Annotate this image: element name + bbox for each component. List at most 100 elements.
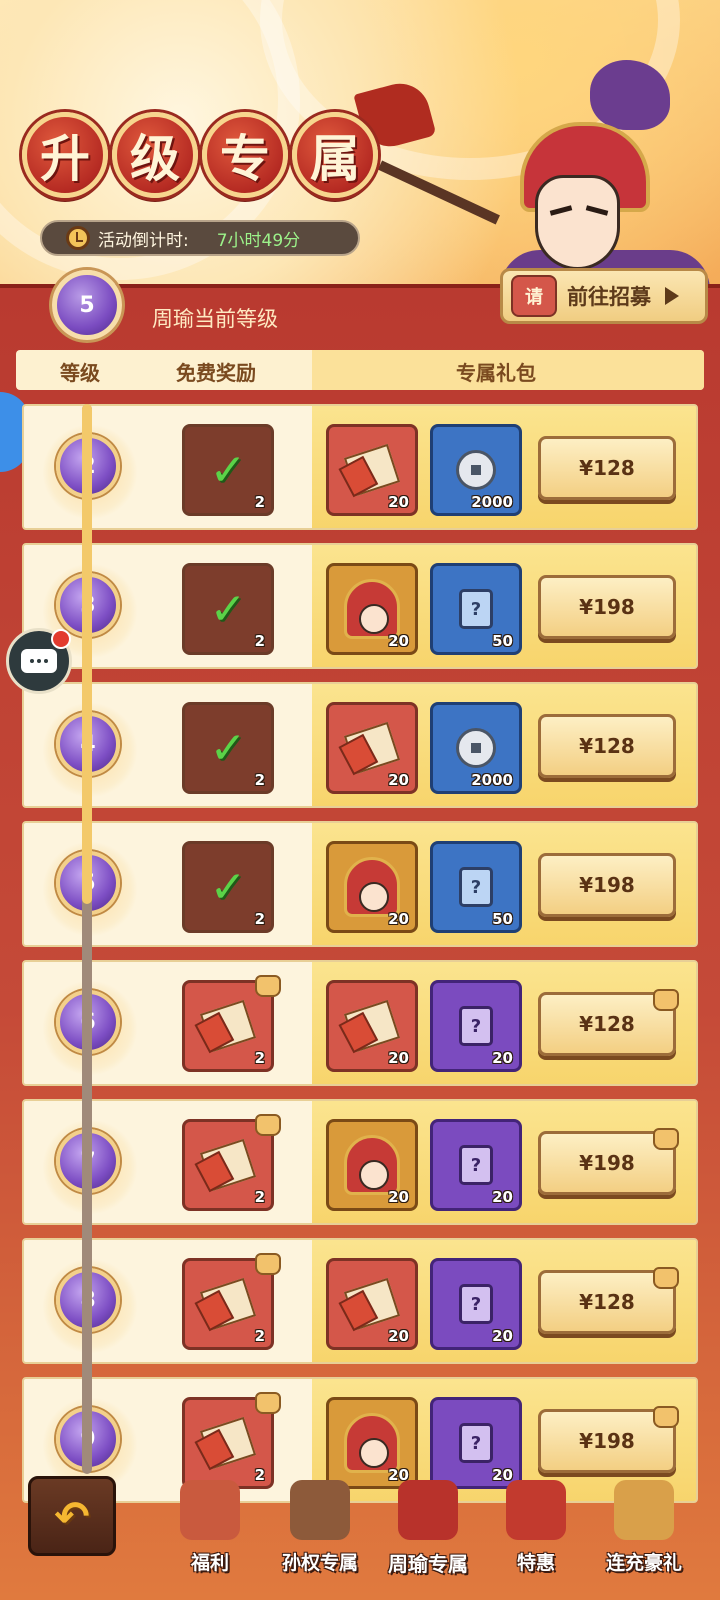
claimed-check-icon: ✓ [209,583,247,635]
hero-fragment-item[interactable]: 20 [326,841,418,933]
coin-item[interactable]: 2000 [430,702,522,794]
hero-fragment-item[interactable]: 20 [326,1119,418,1211]
buy-pack-button[interactable]: ¥128 [538,1267,679,1334]
chat-button[interactable] [6,628,72,694]
claimed-check-icon: ✓ [209,861,247,913]
buy-pack-button[interactable]: ¥128 [538,989,679,1056]
scroll-icon [180,1480,240,1540]
lock-icon [653,1267,679,1289]
bag-icon [506,1480,566,1540]
free-reward-item[interactable]: ✓ 2 [182,841,274,933]
item-quantity: 20 [492,1327,513,1345]
mystery-card-item[interactable]: ? 20 [430,1258,522,1350]
hero-icon [344,1135,400,1195]
item-quantity: 2 [254,771,265,789]
scroll-icon: 请 [511,275,557,317]
free-reward-item[interactable]: 2 [182,975,281,1072]
mystery-card-icon: ? [459,1145,493,1185]
recruit-scroll-item[interactable]: 20 [326,980,418,1072]
level-progress-track [82,404,92,1474]
lock-icon [255,1253,281,1275]
mystery-card-item[interactable]: ? 20 [430,1119,522,1211]
free-reward-item[interactable]: 2 [182,1253,281,1350]
column-free-reward: 免费奖励 [176,361,256,385]
lock-icon [653,1128,679,1150]
item-quantity: 50 [492,632,513,650]
buy-pack-button[interactable]: ¥198 [538,1406,679,1473]
recruit-scroll-item[interactable]: 20 [326,1258,418,1350]
scroll-icon [343,999,401,1053]
scroll-icon [199,1277,257,1331]
nav-tab[interactable]: 特惠 [484,1476,588,1600]
back-arrow-icon: ↶ [54,1491,90,1541]
item-quantity: 2 [254,632,265,650]
free-reward-item[interactable]: 2 [182,1114,281,1211]
mystery-card-item[interactable]: ? 50 [430,563,522,655]
item-quantity: 20 [388,632,409,650]
free-reward-item[interactable]: ✓ 2 [182,702,274,794]
buy-pack-button[interactable]: ¥198 [538,853,676,917]
item-quantity: 2 [254,1188,265,1206]
mystery-card-item[interactable]: ? 20 [430,980,522,1072]
column-exclusive-pack: 专属礼包 [456,361,536,385]
item-quantity: 2 [254,1049,265,1067]
mystery-card-icon: ? [459,1006,493,1046]
hero-icon [344,1413,400,1473]
buy-pack-button[interactable]: ¥198 [538,575,676,639]
item-quantity: 20 [492,1049,513,1067]
buy-pack-button[interactable]: ¥128 [538,714,676,778]
item-quantity: 2 [254,1327,265,1345]
level-row: 3✓220?50¥198 [22,543,698,669]
coin-item[interactable]: 2000 [430,424,522,516]
go-recruit-button[interactable]: 请 前往招募 [500,268,708,324]
countdown-label: 活动倒计时: [98,230,189,251]
lock-icon [255,1114,281,1136]
nav-tab-label: 特惠 [516,1552,555,1574]
level-row: 8220?20¥128 [22,1238,698,1364]
scroll-icon [343,1277,401,1331]
level-row: 2✓2 20 2000 ¥128 [22,404,698,530]
event-countdown: 活动倒计时: 7小时49分 [40,220,360,256]
timer-icon [66,226,90,250]
mystery-card-icon: ? [459,589,493,629]
mystery-card-item[interactable]: ? 50 [430,841,522,933]
title-char: 属 [292,112,378,198]
bottom-navigation: ↶ 福利 孙权专属 周瑜专属 特惠 连充豪礼 [0,1476,720,1600]
coin-icon [456,728,496,768]
level-progress-fill [82,404,92,904]
notification-dot [51,629,71,649]
nav-tab-label: 福利 [190,1552,229,1574]
lock-icon [255,975,281,997]
back-button[interactable]: ↶ [28,1476,116,1556]
scroll-icon [343,443,401,497]
nav-tab[interactable]: 福利 [158,1476,262,1600]
buy-pack-button[interactable]: ¥128 [538,436,676,500]
lock-icon [255,1392,281,1414]
hero-fragment-item[interactable]: 20 [326,563,418,655]
recruit-scroll-item[interactable]: 20 [326,702,418,794]
lock-icon [653,989,679,1011]
item-quantity: 2 [254,910,265,928]
scroll-icon [199,1416,257,1470]
nav-tab[interactable]: 连充豪礼 [592,1476,696,1600]
title-char: 级 [112,112,198,198]
chat-icon [21,649,57,673]
hero-icon [344,857,400,917]
countdown-value: 7小时49分 [216,230,301,251]
item-quantity: 20 [388,493,409,511]
nav-tab-label: 周瑜专属 [388,1552,468,1576]
nav-tab-label: 连充豪礼 [605,1552,682,1574]
level-row: 6220?20¥128 [22,960,698,1086]
mystery-card-icon: ? [459,1284,493,1324]
nav-tab[interactable]: 周瑜专属 [376,1476,480,1600]
buy-pack-button[interactable]: ¥198 [538,1128,679,1195]
nav-tab[interactable]: 孙权专属 [268,1476,372,1600]
coin-icon [456,450,496,490]
zhou-yu-portrait [480,50,720,300]
title-char: 专 [202,112,288,198]
recruit-scroll-item[interactable]: 20 [326,424,418,516]
lock-icon [653,1406,679,1428]
price-label: ¥128 [579,734,635,758]
free-reward-item[interactable]: ✓ 2 [182,563,274,655]
free-reward-item[interactable]: ✓ 2 [182,424,274,516]
